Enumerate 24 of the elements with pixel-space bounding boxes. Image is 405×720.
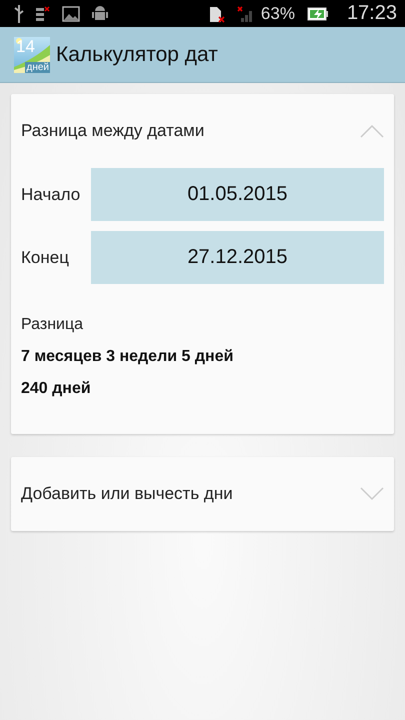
field-label: Конец	[21, 248, 70, 268]
app-title: Калькулятор дат	[56, 42, 218, 66]
section-title: Разница между датами	[21, 121, 204, 141]
image-icon	[62, 6, 80, 22]
sim-icon	[36, 6, 50, 22]
app-icon-number: 14	[16, 36, 35, 56]
android-icon	[92, 4, 108, 22]
result-label: Разница	[21, 316, 84, 334]
date-field[interactable]: 01.05.2015	[91, 168, 384, 221]
section-title: Добавить или вычесть дни	[21, 484, 233, 504]
no-sim-icon	[208, 4, 225, 22]
result-value: 240 дней	[21, 380, 92, 398]
date-field[interactable]: 27.12.2015	[91, 231, 384, 284]
app-icon-unit: дней	[25, 62, 50, 72]
signal-icon	[236, 4, 255, 22]
usb-icon	[14, 4, 24, 22]
battery-charging-icon	[306, 6, 329, 20]
expand-chevron-icon[interactable]	[360, 487, 384, 501]
battery-percent: 63%	[260, 4, 295, 24]
result-value: 7 месяцев 3 недели 5 дней	[21, 348, 234, 366]
app-icon[interactable]: 14 дней	[14, 36, 50, 72]
collapse-chevron-icon[interactable]	[360, 124, 384, 138]
field-label: Начало	[21, 184, 82, 204]
clock: 17:23	[346, 2, 397, 25]
